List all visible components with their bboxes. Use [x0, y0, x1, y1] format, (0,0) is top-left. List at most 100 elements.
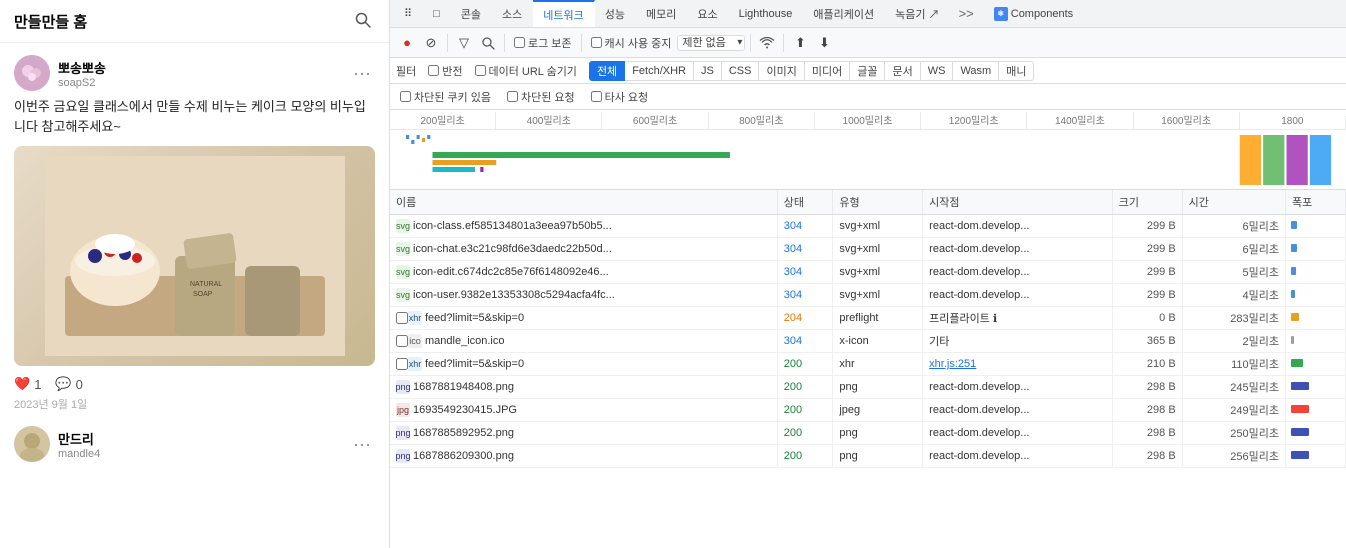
- table-row[interactable]: jpg1693549230415.JPG200jpegreact-dom.dev…: [390, 399, 1346, 422]
- col-waterfall: 폭포: [1286, 190, 1346, 215]
- filter-js-button[interactable]: JS: [694, 61, 722, 81]
- filter-label: 필터: [396, 63, 416, 79]
- second-more-button[interactable]: ···: [349, 434, 375, 455]
- status-badge: 304: [777, 215, 833, 238]
- request-time: 245밀리초: [1182, 376, 1285, 399]
- tab-memory[interactable]: 메모리: [636, 0, 687, 27]
- status-badge: 200: [777, 445, 833, 468]
- tab-lighthouse[interactable]: Lighthouse: [729, 0, 804, 27]
- log-preserve-checkbox[interactable]: 로그 보존: [510, 35, 576, 51]
- hide-data-url-checkbox[interactable]: 데이터 URL 숨기기: [471, 63, 581, 79]
- heart-icon: ❤️: [14, 376, 30, 392]
- request-time: 6밀리초: [1182, 238, 1285, 261]
- clear-button[interactable]: ⊘: [420, 32, 442, 54]
- blocked-requests-checkbox[interactable]: 차단된 요청: [503, 89, 579, 105]
- table-row[interactable]: png1687886209300.png200pngreact-dom.deve…: [390, 445, 1346, 468]
- tab-components[interactable]: ⚛ Components: [986, 7, 1081, 21]
- log-preserve-label: 로그 보존: [528, 35, 572, 51]
- waterfall-bar-cell: [1286, 307, 1346, 330]
- reverse-filter-label: 반전: [442, 63, 462, 79]
- table-row[interactable]: svgicon-chat.e3c21c98fd6e3daedc22b50d...…: [390, 238, 1346, 261]
- more-button[interactable]: ···: [349, 63, 375, 84]
- request-initiator: 기타: [923, 330, 1113, 353]
- tab-performance[interactable]: 성능: [595, 0, 636, 27]
- waterfall-bar-cell: [1286, 215, 1346, 238]
- filter-xhr-button[interactable]: Fetch/XHR: [625, 61, 694, 81]
- filter-font-button[interactable]: 글꼴: [850, 61, 885, 81]
- tick-600: 600밀리초: [602, 112, 708, 129]
- request-size: 299 B: [1112, 215, 1182, 238]
- tick-200: 200밀리초: [390, 112, 496, 129]
- comments-count: 💬 0: [55, 376, 82, 392]
- request-type: png: [833, 445, 923, 468]
- cache-disable-checkbox[interactable]: 캐시 사용 중지: [587, 35, 676, 51]
- svg-text:SOAP: SOAP: [193, 291, 213, 298]
- third-party-checkbox[interactable]: 타사 요청: [587, 89, 653, 105]
- request-type: svg+xml: [833, 284, 923, 307]
- search-icon[interactable]: [353, 10, 375, 32]
- filter-document-button[interactable]: 문서: [885, 61, 920, 81]
- status-badge: 304: [777, 330, 833, 353]
- request-size: 299 B: [1112, 261, 1182, 284]
- request-size: 365 B: [1112, 330, 1182, 353]
- col-initiator: 시작점: [923, 190, 1113, 215]
- filter-button[interactable]: ▽: [453, 32, 475, 54]
- request-name: feed?limit=5&skip=0: [425, 312, 524, 324]
- request-initiator: react-dom.develop...: [923, 376, 1113, 399]
- request-name: icon-class.ef585134801a3eea97b50b5...: [413, 220, 612, 232]
- request-type: svg+xml: [833, 261, 923, 284]
- request-size: 299 B: [1112, 238, 1182, 261]
- second-author-info: 만드리 mandle4: [58, 429, 341, 460]
- table-row[interactable]: png1687881948408.png200pngreact-dom.deve…: [390, 376, 1346, 399]
- table-row[interactable]: xhrfeed?limit=5&skip=0204preflight프리플라이트…: [390, 307, 1346, 330]
- tab-grid[interactable]: ⠿: [394, 0, 423, 27]
- filter-image-button[interactable]: 이미지: [759, 61, 804, 81]
- blocked-cookies-checkbox[interactable]: 차단된 쿠키 있음: [396, 89, 495, 105]
- request-size: 298 B: [1112, 445, 1182, 468]
- table-row[interactable]: svgicon-edit.c674dc2c85e76f6148092e46...…: [390, 261, 1346, 284]
- table-row[interactable]: png1687885892952.png200pngreact-dom.deve…: [390, 422, 1346, 445]
- request-initiator: react-dom.develop...: [923, 445, 1113, 468]
- tab-elements[interactable]: 요소: [687, 0, 728, 27]
- tick-1200: 1200밀리초: [921, 112, 1027, 129]
- table-row[interactable]: svgicon-user.9382e13353308c5294acfa4fc..…: [390, 284, 1346, 307]
- tab-recorder[interactable]: 녹음기 ↗: [885, 0, 950, 27]
- table-row[interactable]: xhrfeed?limit=5&skip=0200xhrxhr.js:25121…: [390, 353, 1346, 376]
- filter-manifest-button[interactable]: 매니: [999, 61, 1034, 81]
- wifi-button[interactable]: [756, 32, 778, 54]
- throttle-select[interactable]: 제한 없음 빠른 3G 느린 3G: [677, 35, 745, 51]
- import-button[interactable]: ⬆: [789, 32, 811, 54]
- filter-css-button[interactable]: CSS: [722, 61, 760, 81]
- tab-console[interactable]: 콘솔: [451, 0, 492, 27]
- filter-wasm-button[interactable]: Wasm: [953, 61, 999, 81]
- toolbar-separator-2: [504, 34, 505, 52]
- tab-application[interactable]: 애플리케이션: [803, 0, 885, 27]
- tick-1000: 1000밀리초: [815, 112, 921, 129]
- cookie-filter-row: 차단된 쿠키 있음 차단된 요청 타사 요청: [390, 84, 1346, 110]
- likes-count: ❤️ 1: [14, 376, 41, 392]
- network-toolbar: ● ⊘ ▽ 로그 보존 캐시 사용 중지 제한 없음 빠른 3G 느린 3G: [390, 28, 1346, 58]
- col-status: 상태: [777, 190, 833, 215]
- table-row[interactable]: svgicon-class.ef585134801a3eea97b50b5...…: [390, 215, 1346, 238]
- status-badge: 304: [777, 284, 833, 307]
- tab-network[interactable]: 네트워크: [533, 0, 594, 27]
- tab-box[interactable]: □: [423, 0, 451, 27]
- toolbar-separator-1: [447, 34, 448, 52]
- filter-ws-button[interactable]: WS: [921, 61, 954, 81]
- grid-icon: ⠿: [404, 7, 412, 20]
- status-badge: 200: [777, 376, 833, 399]
- tab-sources[interactable]: 소스: [492, 0, 533, 27]
- record-button[interactable]: ●: [396, 32, 418, 54]
- reverse-filter-checkbox[interactable]: 반전: [424, 63, 466, 79]
- col-size: 크기: [1112, 190, 1182, 215]
- filter-all-button[interactable]: 전체: [589, 61, 625, 81]
- export-button[interactable]: ⬇: [813, 32, 835, 54]
- waterfall-bar-cell: [1286, 422, 1346, 445]
- tabs-more-button[interactable]: >>: [951, 6, 982, 21]
- table-row[interactable]: icomandle_icon.ico304x-icon기타365 B2밀리초: [390, 330, 1346, 353]
- filter-media-button[interactable]: 미디어: [805, 61, 850, 81]
- search-button[interactable]: [477, 32, 499, 54]
- waterfall-bar-cell: [1286, 284, 1346, 307]
- request-name: 1687881948408.png: [413, 381, 514, 393]
- post-text: 이번주 금요일 클래스에서 만들 수제 비누는 케이크 모양의 비누입니다 참고…: [14, 97, 375, 136]
